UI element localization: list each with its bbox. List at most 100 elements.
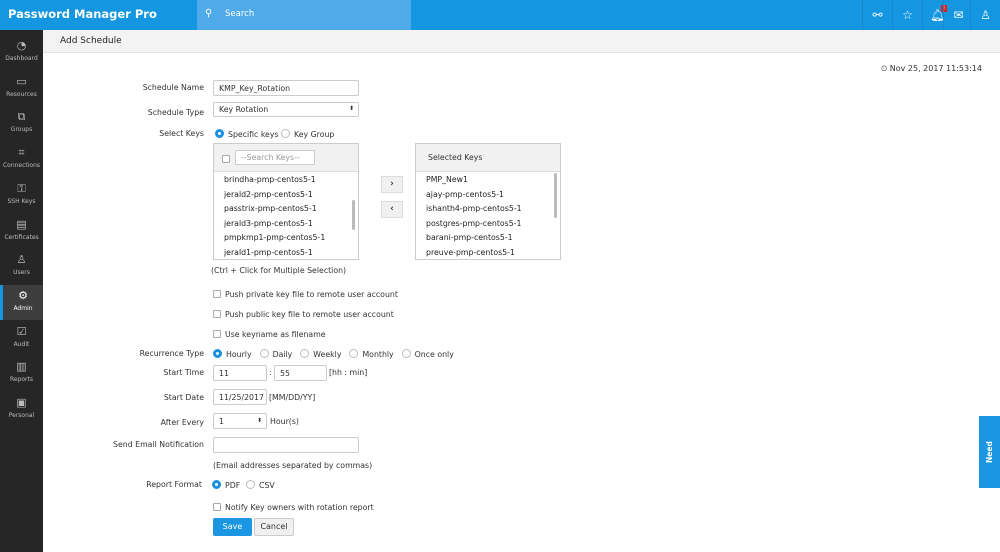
current-datetime: ⏲ Nov 25, 2017 11:53:14 xyxy=(881,64,982,74)
sidebar-item-reports[interactable]: ▥ Reports xyxy=(0,356,43,391)
selected-keys-list[interactable]: Selected Keys PMP_New1 ajay-pmp-centos5-1… xyxy=(415,143,561,260)
sidebar-item-label: Personal xyxy=(8,412,35,419)
save-button[interactable]: Save xyxy=(213,518,252,536)
recurrence-options: Hourly Daily Weekly Monthly Once only xyxy=(213,349,462,359)
search-input[interactable]: Search xyxy=(225,9,254,19)
cancel-button[interactable]: Cancel xyxy=(254,518,294,536)
radio-label: Monthly xyxy=(362,350,394,359)
push-private-checkbox[interactable]: Push private key file to remote user acc… xyxy=(213,290,398,299)
search-icon[interactable]: ⚲ xyxy=(205,8,212,19)
email-label: Send Email Notification xyxy=(113,440,204,449)
radio-recurrence-hourly[interactable]: Hourly xyxy=(213,349,252,359)
resources-icon: ▭ xyxy=(16,74,27,88)
start-minute-input[interactable]: 55 xyxy=(274,365,327,381)
sidebar-item-label: Certificates xyxy=(4,233,39,241)
scrollbar[interactable] xyxy=(554,173,557,218)
sidebar-item-personal[interactable]: ▣ Personal xyxy=(0,392,43,427)
sidebar-item-label: Groups xyxy=(10,126,33,134)
sidebar-item-label: Audit xyxy=(13,340,30,348)
mail-icon[interactable]: ✉ xyxy=(943,0,973,30)
move-right-button[interactable]: › xyxy=(381,176,403,193)
list-item[interactable]: jerald2-pmp-centos5-1 xyxy=(214,190,358,205)
sidebar-item-ssh-keys[interactable]: ⚿ SSH Keys xyxy=(0,178,43,213)
personal-icon: ▣ xyxy=(16,396,27,409)
scrollbar[interactable] xyxy=(352,200,355,230)
radio-label: Weekly xyxy=(313,350,342,359)
radio-recurrence-monthly[interactable]: Monthly xyxy=(349,349,394,359)
connections-icon: ⌗ xyxy=(18,146,25,160)
user-star-icon[interactable]: ☆ xyxy=(892,0,922,30)
user-icon[interactable]: ♙ xyxy=(970,0,1000,30)
audit-icon: ☑ xyxy=(16,324,27,338)
radio-specific-keys[interactable]: Specific keys xyxy=(215,129,279,139)
available-keys-list[interactable]: --Search Keys-- brindha-pmp-centos5-1 jer… xyxy=(213,143,359,260)
certificates-icon: ▤ xyxy=(16,217,27,231)
email-input[interactable] xyxy=(213,437,359,453)
radio-recurrence-daily[interactable]: Daily xyxy=(259,349,292,359)
list-item[interactable]: preuve-pmp-centos5-1 xyxy=(416,248,560,263)
push-public-checkbox[interactable]: Push public key file to remote user acco… xyxy=(213,310,394,319)
list-item[interactable]: pmpkmp1-pmp-centos5-1 xyxy=(214,233,358,248)
checkbox-label: Push public key file to remote user acco… xyxy=(225,310,394,319)
list-item[interactable]: barani-pmp-centos5-1 xyxy=(416,233,560,248)
radio-pdf[interactable]: PDF xyxy=(212,480,240,490)
report-format-label: Report Format xyxy=(146,480,202,489)
move-left-button[interactable]: ‹ xyxy=(381,201,403,218)
radio-key-group[interactable]: Key Group xyxy=(281,129,334,139)
link-icon[interactable]: ⚯ xyxy=(862,0,892,30)
selected-keys-header: Selected Keys xyxy=(428,153,483,162)
search-keys-input[interactable]: --Search Keys-- xyxy=(235,150,315,165)
clock-icon: ⏲ xyxy=(880,64,890,73)
radio-label: CSV xyxy=(259,481,275,490)
use-keyname-checkbox[interactable]: Use keyname as filename xyxy=(213,330,326,339)
page-title: Add Schedule xyxy=(60,36,122,46)
after-every-label: After Every xyxy=(160,418,204,427)
radio-recurrence-once-only[interactable]: Once only xyxy=(401,349,454,359)
sidebar-item-dashboard[interactable]: ◔ Dashboard xyxy=(0,35,43,70)
radio-recurrence-weekly[interactable]: Weekly xyxy=(300,349,342,359)
schedule-name-input[interactable]: KMP_Key_Rotation xyxy=(213,80,359,96)
time-format-hint: [hh : min] xyxy=(329,368,368,377)
start-date-input[interactable]: 11/25/2017 xyxy=(213,389,267,405)
radio-csv[interactable]: CSV xyxy=(246,480,275,490)
sidebar-item-label: Reports xyxy=(9,376,33,384)
list-item[interactable]: brindha-pmp-centos5-1 xyxy=(214,175,358,190)
radio-label: Key Group xyxy=(294,130,335,139)
list-item[interactable]: passtrix-pmp-centos5-1 xyxy=(214,204,358,219)
sidebar-item-connections[interactable]: ⌗ Connections xyxy=(0,142,43,177)
list-item[interactable]: ajay-pmp-centos5-1 xyxy=(416,190,560,205)
after-every-unit: Hour(s) xyxy=(270,417,299,426)
schedule-type-select[interactable]: Key Rotation ⬍ xyxy=(213,102,359,117)
stepper-icon[interactable]: ⬍ xyxy=(257,417,262,424)
after-every-input[interactable]: 1 ⬍ xyxy=(213,413,267,429)
checkbox-label: Use keyname as filename xyxy=(225,330,326,339)
list-item[interactable]: jerald3-pmp-centos5-1 xyxy=(214,219,358,234)
list-item[interactable]: PMP_New1 xyxy=(416,175,560,190)
schedule-name-label: Schedule Name xyxy=(142,83,204,92)
sidebar-item-certificates[interactable]: ▤ Certificates xyxy=(0,214,43,249)
list-item[interactable]: postgres-pmp-centos5-1 xyxy=(416,219,560,234)
list-item[interactable]: ishanth4-pmp-centos5-1 xyxy=(416,204,560,219)
top-bar: Password Manager Pro ⚲ Search ⚯ ☆ 🔔︎! ✉ … xyxy=(0,0,1000,30)
search-bar[interactable]: ⚲ Search xyxy=(197,0,411,30)
radio-label: Once only xyxy=(414,350,454,359)
sidebar-item-users[interactable]: ♙ Users xyxy=(0,249,43,284)
sidebar-item-groups[interactable]: ⧉ Groups xyxy=(0,106,43,141)
list-item[interactable]: jerald1-pmp-centos5-1 xyxy=(214,248,358,263)
page-header: Add Schedule xyxy=(43,30,1000,53)
sidebar-item-admin[interactable]: ⚙ Admin xyxy=(0,284,43,320)
need-assistance-tab[interactable]: Need Assistance? xyxy=(979,416,1000,488)
app-logo[interactable]: Password Manager Pro xyxy=(8,7,157,21)
notify-owners-checkbox[interactable]: Notify Key owners with rotation report xyxy=(213,503,374,512)
select-all-checkbox[interactable] xyxy=(222,155,230,163)
reports-icon: ▥ xyxy=(16,360,27,374)
start-hour-input[interactable]: 11 xyxy=(213,365,267,381)
recurrence-type-label: Recurrence Type xyxy=(139,349,204,358)
sidebar-item-audit[interactable]: ☑ Audit xyxy=(0,321,43,356)
dashboard-icon: ◔ xyxy=(16,39,27,52)
schedule-type-label: Schedule Type xyxy=(147,108,204,117)
multi-select-hint: (Ctrl + Click for Multiple Selection) xyxy=(211,266,347,275)
groups-icon: ⧉ xyxy=(17,110,26,124)
sidebar-item-resources[interactable]: ▭ Resources xyxy=(0,71,43,106)
select-arrows-icon: ⬍ xyxy=(348,105,354,112)
